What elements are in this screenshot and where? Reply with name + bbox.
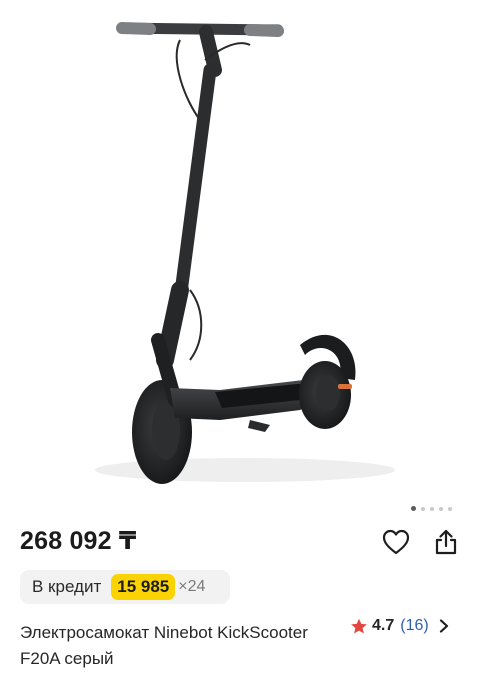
star-icon	[351, 618, 367, 634]
favorite-button[interactable]	[380, 526, 412, 558]
product-title: Электросамокат Ninebot KickScooter F20A …	[20, 623, 308, 668]
share-button[interactable]	[430, 526, 462, 558]
product-price: 268 092 ₸	[20, 527, 137, 555]
credit-monthly-amount: 15 985	[111, 574, 176, 600]
product-page: 268 092 ₸ В кредит 15 985 ×24 Электросам…	[0, 0, 483, 699]
chevron-right-icon[interactable]	[439, 619, 449, 633]
share-icon	[435, 529, 457, 555]
gallery-dot[interactable]	[430, 506, 434, 511]
product-image-gallery[interactable]	[0, 0, 483, 500]
gallery-dot[interactable]	[448, 506, 452, 511]
heart-icon	[382, 529, 410, 555]
credit-months: ×24	[178, 578, 206, 595]
credit-offer[interactable]: В кредит 15 985 ×24	[20, 570, 230, 604]
rating-summary[interactable]: 4.7 (16)	[350, 617, 449, 635]
gallery-dot[interactable]	[421, 506, 425, 511]
credit-label: В кредит	[32, 577, 102, 596]
gallery-dot[interactable]	[439, 506, 443, 511]
gallery-pagination[interactable]	[411, 506, 452, 511]
gallery-dot-active[interactable]	[411, 506, 416, 511]
rating-value: 4.7	[372, 617, 395, 634]
scooter-image[interactable]	[0, 0, 483, 500]
review-count[interactable]: (16)	[400, 617, 428, 635]
